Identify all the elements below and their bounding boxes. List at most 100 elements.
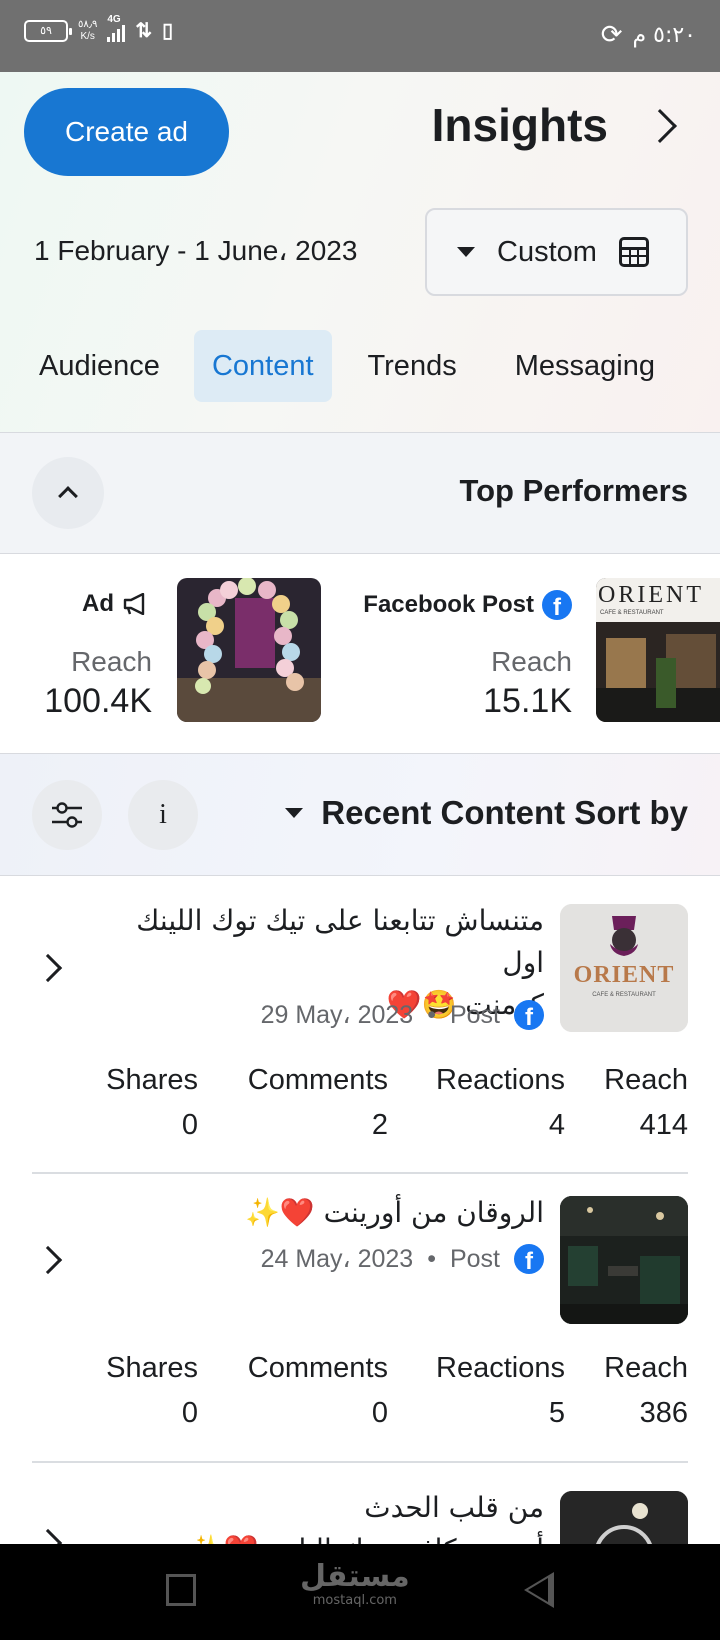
- metric-label: Shares: [106, 1064, 198, 1096]
- orient-sign-text: ORIENT: [598, 582, 704, 608]
- post-caption: الروقان من أورينت ❤️✨: [104, 1192, 544, 1234]
- create-ad-button[interactable]: Create ad: [24, 88, 229, 176]
- network-speed: ٥٨٫٩ K/s: [78, 19, 97, 43]
- chevron-right-icon[interactable]: [33, 1528, 63, 1544]
- info-icon: i: [159, 799, 167, 830]
- battery-level: ٥٩: [40, 25, 52, 37]
- chevron-right-icon[interactable]: [33, 953, 63, 983]
- post-type: Post: [449, 1244, 500, 1273]
- sort-dropdown[interactable]: Recent Content Sort by: [285, 794, 688, 832]
- performer-type-label: Facebook Post: [363, 591, 534, 618]
- post-thumbnail: ORIENT CAFE & RESTAURANT: [560, 904, 688, 1032]
- metric-label: Comments: [247, 1064, 388, 1096]
- network-type: 4G: [107, 13, 121, 25]
- content-post[interactable]: الروقان من أورينت ❤️✨ 24 May، 2023 • Pos…: [32, 1174, 688, 1464]
- back-button[interactable]: [524, 1572, 554, 1608]
- post-meta: 24 May، 2023 • Post f: [261, 1244, 544, 1274]
- facebook-icon: f: [514, 1244, 544, 1274]
- post-caption: من قلب الحدث أورينت كافيه بيتك التاني ❤️…: [104, 1487, 544, 1544]
- system-nav-bar: مستقل mostaql.com: [0, 1544, 720, 1640]
- metric-reach: Reach 386: [604, 1352, 688, 1430]
- facebook-icon: f: [542, 590, 572, 620]
- post-date: 29 May، 2023: [260, 1001, 414, 1029]
- status-right: ⟳ ٥:٢٠ م: [601, 20, 696, 50]
- metric-comments: Comments 0: [248, 1352, 388, 1430]
- post-logo-text: ORIENT: [573, 962, 675, 988]
- post-thumbnail: [560, 1196, 688, 1324]
- performer-type-label: Ad: [82, 590, 114, 617]
- date-preset-label: Custom: [497, 235, 597, 268]
- post-date: 24 May، 2023: [260, 1245, 414, 1273]
- chevron-right-icon[interactable]: [33, 1245, 63, 1275]
- performer-reach-label: Reach: [491, 646, 572, 677]
- facebook-icon: f: [514, 1000, 544, 1030]
- speed-unit: K/s: [80, 30, 95, 42]
- tab-trends[interactable]: Trends: [350, 330, 475, 402]
- metric-value: 5: [548, 1397, 565, 1429]
- metric-value: 4: [548, 1109, 565, 1141]
- metric-value: 414: [639, 1109, 688, 1141]
- tab-audience[interactable]: Audience: [21, 330, 178, 402]
- metric-value: 386: [639, 1397, 688, 1429]
- tab-bar: Audience Content Trends Messaging: [0, 328, 720, 404]
- tab-messaging[interactable]: Messaging: [497, 330, 673, 402]
- performer-thumbnail: [177, 578, 321, 722]
- status-bar: ٥٩ ٥٨٫٩ K/s 4G ⇅ ▯ ⟳ ٥:٢٠ م: [0, 0, 720, 72]
- performer-reach-value: 100.4K: [44, 682, 152, 720]
- date-range-label: 1 February - 1 June، 2023: [34, 235, 358, 266]
- page-title: Insights: [431, 99, 608, 151]
- post-caption-line: أورينت كافيه بيتك التاني ❤️✨: [104, 1529, 544, 1544]
- meta-separator: •: [427, 1244, 436, 1273]
- performer-reach-value: 15.1K: [483, 682, 572, 720]
- performer-type: Ad: [82, 590, 152, 618]
- metric-reactions: Reactions 5: [436, 1352, 565, 1430]
- orient-sign-subtext: CAFE & RESTAURANT: [600, 610, 664, 616]
- section-title: Recent Content Sort by: [321, 794, 688, 831]
- caret-down-icon: [457, 247, 475, 257]
- content-post[interactable]: ORIENT CAFE & RESTAURANT متنساش تتابعنا …: [32, 876, 688, 1176]
- watermark-arabic: مستقل: [300, 1559, 410, 1594]
- metric-label: Reactions: [436, 1352, 565, 1384]
- calendar-icon: [618, 237, 649, 267]
- status-left: ٥٩ ٥٨٫٩ K/s 4G ⇅ ▯: [24, 14, 174, 43]
- post-thumbnail: [560, 1491, 688, 1544]
- metric-reactions: Reactions 4: [436, 1064, 565, 1142]
- metric-label: Reach: [604, 1352, 688, 1384]
- performer-reach-label: Reach: [71, 646, 152, 677]
- watermark-latin: mostaql.com: [312, 1593, 397, 1608]
- post-caption-line: متنساش تتابعنا على تيك توك اللينك اول: [136, 904, 544, 979]
- meta-separator: •: [427, 1000, 436, 1029]
- post-metrics: Shares 0 Comments 0 Reactions 5 Reach 38…: [32, 1352, 688, 1442]
- recent-apps-button[interactable]: [166, 1574, 196, 1606]
- top-performers-row: Ad Reach 100.4K Facebook Post f Reach 15…: [0, 554, 720, 754]
- post-meta: 29 May، 2023 • Post f: [261, 1000, 544, 1030]
- speed-value: ٥٨٫٩: [78, 18, 98, 30]
- metric-comments: Comments 2: [248, 1064, 388, 1142]
- metric-value: 2: [371, 1109, 388, 1141]
- collapse-button[interactable]: [32, 457, 104, 529]
- metric-label: Reactions: [436, 1064, 565, 1096]
- info-button[interactable]: i: [128, 780, 198, 850]
- metric-shares: Shares 0: [106, 1352, 198, 1430]
- recent-content-header: i Recent Content Sort by: [0, 754, 720, 876]
- metric-reach: Reach 414: [604, 1064, 688, 1142]
- performer-type: Facebook Post f: [363, 590, 572, 620]
- metric-value: 0: [181, 1397, 198, 1429]
- post-type: Post: [449, 1000, 500, 1029]
- megaphone-icon: [123, 593, 145, 615]
- top-performers-header: Top Performers: [0, 432, 720, 554]
- metric-label: Comments: [247, 1352, 388, 1384]
- insights-header-area: Create ad Insights 1 February - 1 June، …: [0, 72, 720, 432]
- post-logo-subtext: CAFE & RESTAURANT: [592, 992, 656, 998]
- chevron-up-icon: [58, 486, 78, 506]
- content-post[interactable]: من قلب الحدث أورينت كافيه بيتك التاني ❤️…: [32, 1463, 688, 1544]
- tab-content[interactable]: Content: [193, 330, 332, 402]
- battery-icon: ٥٩: [24, 19, 72, 42]
- date-preset-dropdown[interactable]: Custom: [425, 208, 688, 296]
- filter-button[interactable]: [32, 780, 102, 850]
- signal-icon: 4G: [107, 14, 126, 42]
- performer-thumbnail: ORIENT CAFE & RESTAURANT: [596, 578, 720, 722]
- vibrate-icon: ▯: [162, 20, 174, 42]
- sync-icon: ⟳: [600, 20, 623, 50]
- chevron-right-icon[interactable]: [643, 109, 677, 143]
